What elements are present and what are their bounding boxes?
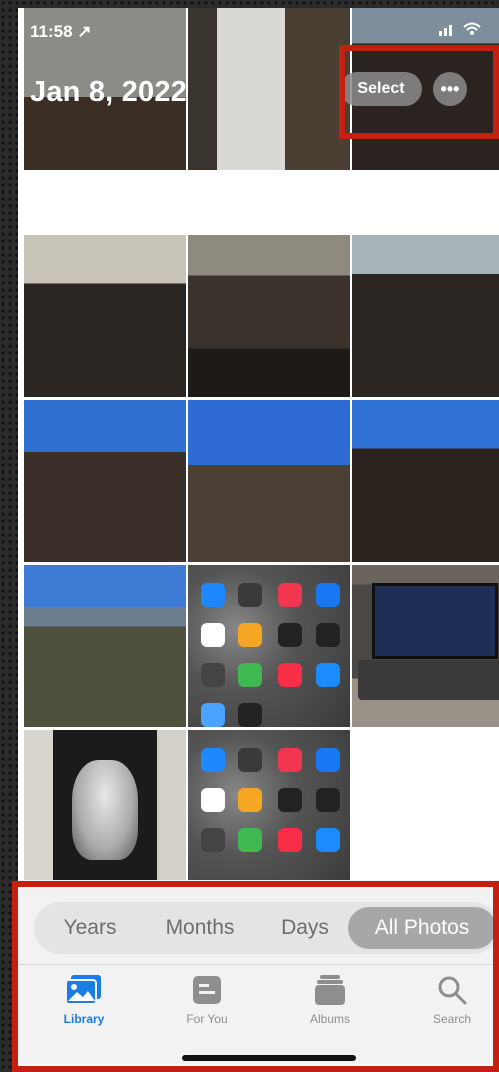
photo-thumbnail[interactable] [24, 730, 186, 892]
photo-thumbnail[interactable] [188, 235, 350, 397]
wifi-icon [463, 22, 481, 35]
photo-thumbnail[interactable] [352, 235, 499, 397]
photo-thumbnail[interactable] [352, 400, 499, 562]
highlight-box-top [339, 45, 499, 139]
photo-thumbnail[interactable] [188, 400, 350, 562]
signal-icon [439, 25, 453, 36]
screenshot-thumbnail[interactable] [188, 565, 350, 727]
status-icons [439, 22, 481, 39]
photo-thumbnail[interactable] [24, 565, 186, 727]
photo-thumbnail[interactable] [24, 400, 186, 562]
status-time: 11:58 ↗ [30, 22, 92, 41]
photo-thumbnail[interactable] [24, 235, 186, 397]
photo-thumbnail[interactable] [352, 565, 499, 727]
highlight-box-bottom [12, 881, 499, 1072]
screenshot-thumbnail[interactable] [188, 730, 350, 892]
photo-thumbnail[interactable] [188, 8, 350, 170]
date-title: Jan 8, 2022 [30, 76, 187, 108]
